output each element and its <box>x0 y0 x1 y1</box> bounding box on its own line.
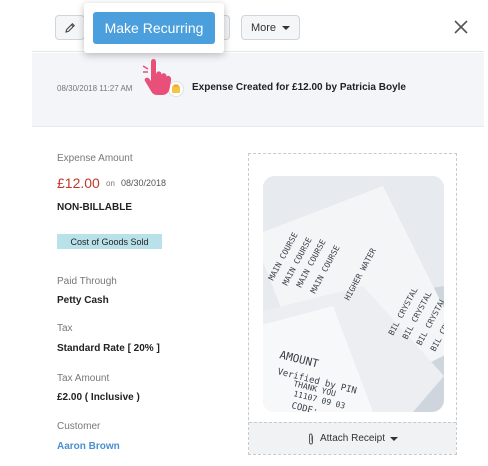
activity-timestamp: 08/30/2018 11:27 AM <box>57 84 133 93</box>
billable-status: NON-BILLABLE <box>57 202 132 213</box>
expense-detail-panel: More 08/30/2018 11:27 AM Expense Created… <box>0 0 488 466</box>
more-button[interactable]: More <box>241 15 300 40</box>
pointer-hand-icon <box>142 59 172 95</box>
tax-label: Tax <box>57 323 73 334</box>
expense-amount: £12.00 <box>57 175 100 191</box>
receipt-area: MAIN COURSE MAIN COURSE MAIN COURSE MAIN… <box>248 153 457 455</box>
tax-amount-value: £2.00 ( Inclusive ) <box>57 392 140 403</box>
edit-button[interactable] <box>55 15 85 40</box>
activity-bar: 08/30/2018 11:27 AM Expense Created for … <box>32 53 484 127</box>
more-label: More <box>250 21 277 34</box>
tax-value: Standard Rate [ 20% ] <box>57 343 160 354</box>
customer-label: Customer <box>57 421 101 432</box>
amount-on-text: on <box>106 179 115 188</box>
attach-receipt-button[interactable]: Attach Receipt <box>249 422 456 454</box>
chevron-down-icon <box>282 25 291 30</box>
chevron-down-icon <box>390 436 399 441</box>
tax-amount-label: Tax Amount <box>57 373 110 384</box>
close-button[interactable] <box>452 18 470 36</box>
attach-receipt-label: Attach Receipt <box>319 433 386 444</box>
receipt-image[interactable]: MAIN COURSE MAIN COURSE MAIN COURSE MAIN… <box>263 176 444 412</box>
paid-through-label: Paid Through <box>57 276 117 287</box>
customer-link[interactable]: Aaron Brown <box>57 441 120 452</box>
pencil-icon <box>65 22 75 33</box>
expense-details: Expense Amount £12.00 on 08/30/2018 NON-… <box>32 128 484 466</box>
paperclip-icon <box>308 432 313 445</box>
activity-message: Expense Created for £12.00 by Patricia B… <box>192 82 406 93</box>
make-recurring-button[interactable]: Make Recurring <box>93 12 215 44</box>
close-icon <box>454 20 468 34</box>
expense-date: 08/30/2018 <box>121 178 167 188</box>
account-badge: Cost of Goods Sold <box>57 234 162 249</box>
make-recurring-popup: Make Recurring <box>84 3 224 53</box>
paid-through-value: Petty Cash <box>57 295 109 306</box>
expense-amount-label: Expense Amount <box>57 153 133 164</box>
